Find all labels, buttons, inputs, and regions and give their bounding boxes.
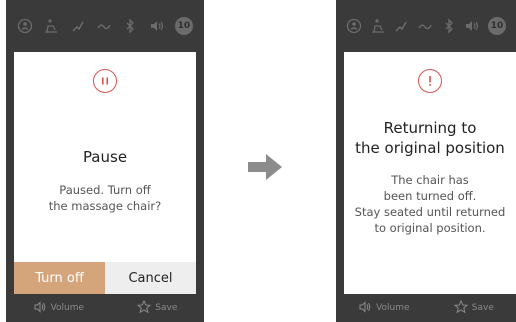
volume-icon bbox=[33, 300, 47, 317]
wave-icon bbox=[96, 18, 112, 34]
star-icon bbox=[453, 299, 469, 317]
timer-badge: 10 bbox=[488, 17, 507, 35]
exclamation-icon bbox=[418, 69, 442, 93]
volume-label: Volume bbox=[376, 303, 410, 313]
right-arrow-icon bbox=[248, 154, 282, 180]
save-label: Save bbox=[471, 303, 494, 313]
dialog-buttons: Turn off Cancel bbox=[14, 262, 196, 294]
dialog-message-line4: to original position. bbox=[374, 221, 486, 235]
dialog-title-line1: Returning to bbox=[383, 119, 477, 137]
returning-dialog: Returning to the original position The c… bbox=[344, 52, 516, 294]
save-label: Save bbox=[155, 303, 178, 313]
bottom-bar: Volume Save bbox=[6, 294, 204, 322]
bluetooth-icon bbox=[122, 18, 138, 34]
right-device-screen: 10 Returning to the original position Th… bbox=[336, 0, 516, 322]
person-icon bbox=[346, 18, 362, 34]
recline-icon bbox=[43, 18, 59, 34]
pause-dialog: Pause Paused. Turn off the massage chair… bbox=[14, 52, 196, 294]
dialog-title: Pause bbox=[82, 148, 128, 166]
speaker-icon bbox=[149, 18, 165, 34]
dialog-message-line2: been turned off. bbox=[383, 189, 477, 203]
speaker-icon bbox=[464, 18, 480, 34]
leg-icon bbox=[393, 18, 409, 34]
wave-icon bbox=[417, 18, 433, 34]
status-bar: 10 bbox=[336, 0, 516, 52]
dialog-message-line2: the massage chair? bbox=[48, 199, 162, 213]
volume-button[interactable]: Volume bbox=[358, 300, 410, 317]
dialog-message-line1: Paused. Turn off bbox=[59, 183, 151, 197]
save-button[interactable]: Save bbox=[453, 299, 494, 317]
turn-off-button[interactable]: Turn off bbox=[14, 262, 105, 294]
recline-icon bbox=[370, 18, 386, 34]
dialog-title-line2: the original position bbox=[355, 139, 505, 157]
save-button[interactable]: Save bbox=[137, 299, 178, 317]
timer-badge: 10 bbox=[174, 17, 193, 35]
leg-icon bbox=[70, 18, 86, 34]
status-bar: 10 bbox=[6, 0, 204, 52]
volume-icon bbox=[358, 300, 372, 317]
volume-button[interactable]: Volume bbox=[33, 300, 84, 317]
pause-icon bbox=[93, 69, 117, 93]
volume-label: Volume bbox=[50, 303, 85, 313]
person-icon bbox=[17, 18, 33, 34]
star-icon bbox=[137, 299, 152, 317]
dialog-message-line3: Stay seated until returned bbox=[354, 205, 506, 219]
left-device-screen: 10 Pause Paused. Turn off the massage ch… bbox=[6, 0, 204, 322]
bluetooth-icon bbox=[441, 18, 457, 34]
dialog-message-line1: The chair has bbox=[391, 173, 469, 187]
cancel-button[interactable]: Cancel bbox=[105, 262, 196, 294]
bottom-bar: Volume Save bbox=[336, 294, 516, 322]
